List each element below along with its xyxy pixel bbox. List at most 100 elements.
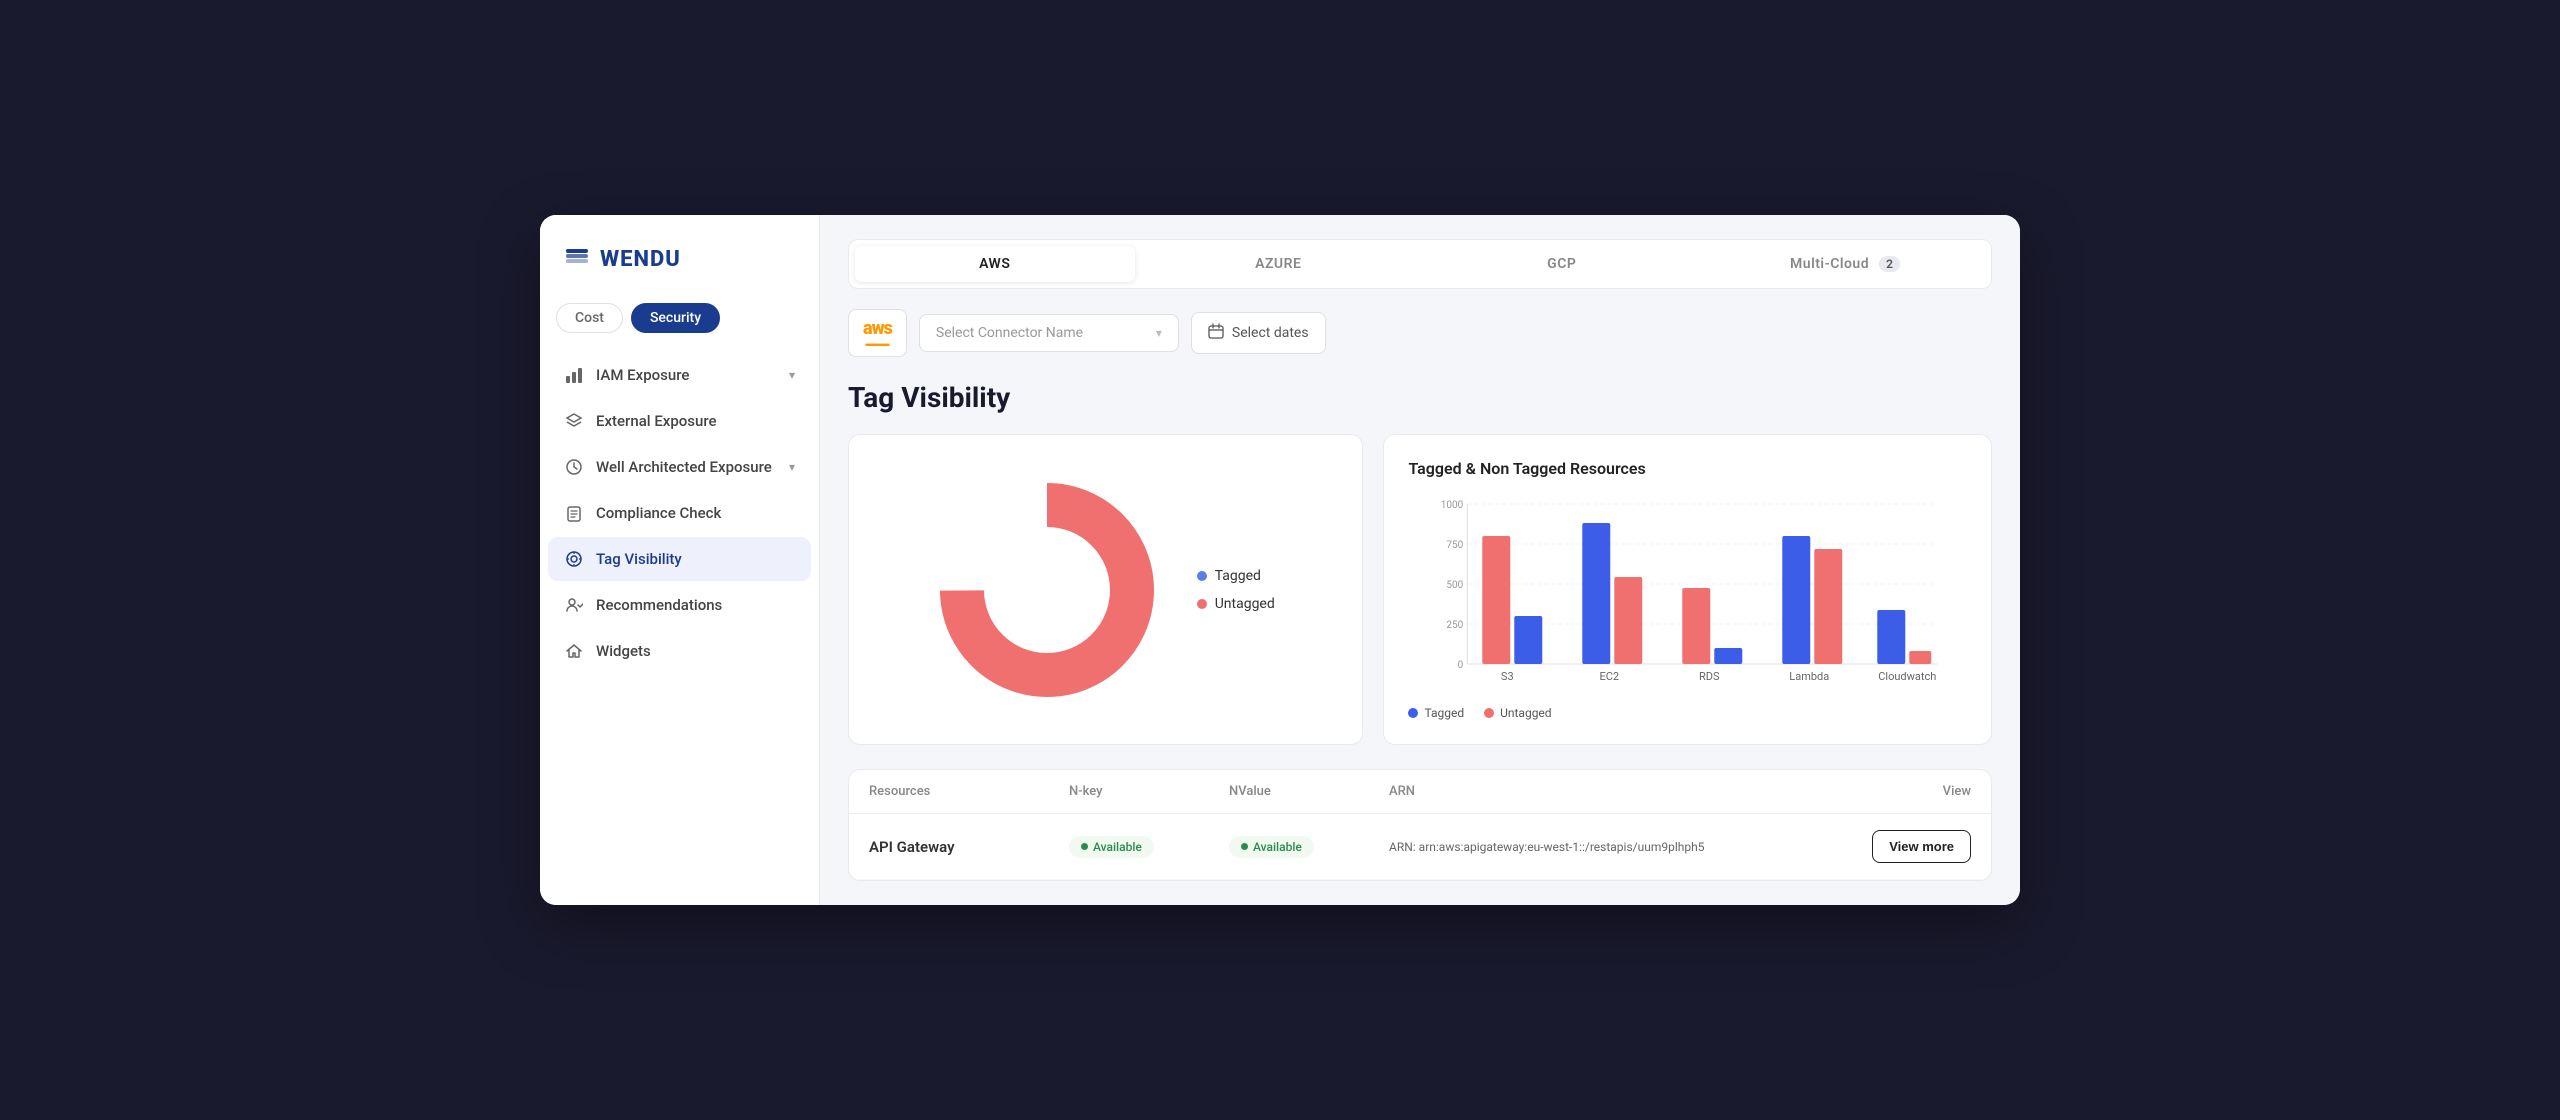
user-check-icon	[564, 595, 584, 615]
sidebar-item-iam-exposure[interactable]: IAM Exposure ▾	[548, 353, 811, 397]
nvalue-cell: Available	[1229, 836, 1389, 858]
resource-name: API Gateway	[869, 838, 1069, 856]
calendar-icon	[1208, 323, 1224, 343]
donut-chart: 20% 80%	[937, 480, 1157, 700]
svg-text:RDS: RDS	[1699, 670, 1720, 683]
chevron-down-icon: ▾	[1156, 326, 1162, 340]
connector-placeholder: Select Connector Name	[936, 325, 1083, 341]
col-arn: ARN	[1389, 784, 1851, 799]
col-nvalue: NValue	[1229, 784, 1389, 799]
svg-text:1000: 1000	[1441, 500, 1464, 511]
date-select[interactable]: Select dates	[1191, 312, 1326, 354]
sidebar-item-external-exposure[interactable]: External Exposure	[548, 399, 811, 443]
bar-chart-card: Tagged & Non Tagged Resources 1000 750	[1383, 434, 1992, 745]
sidebar-item-recommendations[interactable]: Recommendations	[548, 583, 811, 627]
table-header: Resources N-key NValue ARN View	[849, 770, 1991, 814]
view-more-button[interactable]: View more	[1872, 830, 1971, 863]
multicloud-badge: 2	[1879, 256, 1900, 272]
table-card: Resources N-key NValue ARN View API Gate…	[848, 769, 1992, 881]
cloud-tab-gcp[interactable]: GCP	[1422, 246, 1702, 282]
bar-untagged-label: Untagged	[1500, 706, 1551, 720]
bar-chart-legend: Tagged Untagged	[1408, 706, 1967, 720]
clock-icon	[564, 457, 584, 477]
logo-text: WENDU	[600, 247, 681, 272]
layers-icon	[564, 411, 584, 431]
cloud-tab-azure[interactable]: AZURE	[1139, 246, 1419, 282]
logo-area: WENDU	[540, 243, 819, 303]
bar-chart-icon	[564, 365, 584, 385]
nav-tabs-row: Cost Security	[540, 303, 819, 353]
bar-tagged-dot	[1408, 708, 1418, 718]
table-row: API Gateway Available Available ARN: arn…	[849, 814, 1991, 880]
tab-cost[interactable]: Cost	[556, 303, 623, 333]
sidebar-item-label: External Exposure	[596, 412, 717, 430]
sidebar-item-compliance-check[interactable]: Compliance Check	[548, 491, 811, 535]
untagged-label: Untagged	[1215, 596, 1275, 612]
tagged-label: Tagged	[1215, 568, 1261, 584]
untagged-dot	[1197, 599, 1207, 609]
legend-untagged: Untagged	[1197, 596, 1275, 612]
bar-legend-tagged: Tagged	[1408, 706, 1464, 720]
logo-icon	[564, 243, 590, 275]
col-resources: Resources	[869, 784, 1069, 799]
page-title: Tag Visibility	[848, 381, 1992, 414]
main-content: AWS AZURE GCP Multi-Cloud 2 aws ▬▬▬ Sele…	[820, 215, 2020, 905]
donut-legend: Tagged Untagged	[1197, 568, 1275, 612]
donut-chart-card: 20% 80% Tagged Untagged	[848, 434, 1363, 745]
tagged-dot	[1197, 571, 1207, 581]
cloud-tabs-bar: AWS AZURE GCP Multi-Cloud 2	[848, 239, 1992, 289]
tag-icon	[564, 549, 584, 569]
cloud-tab-multicloud[interactable]: Multi-Cloud 2	[1706, 246, 1986, 282]
aws-logo-text: aws	[863, 318, 892, 339]
col-view: View	[1851, 784, 1971, 799]
bar-untagged-dot	[1484, 708, 1494, 718]
sidebar-item-label: Widgets	[596, 642, 651, 660]
home-icon	[564, 641, 584, 661]
nvalue-badge: Available	[1229, 836, 1314, 858]
connector-name-select[interactable]: Select Connector Name ▾	[919, 314, 1179, 352]
connector-bar: aws ▬▬▬ Select Connector Name ▾ Select d…	[848, 309, 1992, 357]
sidebar-item-tag-visibility[interactable]: Tag Visibility	[548, 537, 811, 581]
chevron-down-icon: ▾	[789, 368, 795, 382]
col-nkey: N-key	[1069, 784, 1229, 799]
sidebar-item-label: Compliance Check	[596, 504, 721, 522]
sidebar: WENDU Cost Security IAM Exposure ▾	[540, 215, 820, 905]
cloud-tab-aws[interactable]: AWS	[855, 246, 1135, 282]
nkey-badge: Available	[1069, 836, 1154, 858]
legend-tagged: Tagged	[1197, 568, 1275, 584]
sidebar-item-widgets[interactable]: Widgets	[548, 629, 811, 673]
aws-logo-box: aws ▬▬▬	[848, 309, 907, 357]
view-cell: View more	[1851, 830, 1971, 863]
sidebar-item-well-architected[interactable]: Well Architected Exposure ▾	[548, 445, 811, 489]
sidebar-item-label: Well Architected Exposure	[596, 458, 772, 476]
svg-text:250: 250	[1447, 620, 1464, 631]
nkey-status-dot	[1081, 843, 1088, 850]
svg-text:0: 0	[1458, 660, 1464, 671]
svg-text:Lambda: Lambda	[1790, 670, 1830, 683]
svg-text:20%: 20%	[1066, 550, 1092, 566]
sidebar-item-label: IAM Exposure	[596, 366, 689, 384]
svg-text:Cloudwatch: Cloudwatch	[1879, 670, 1937, 683]
charts-row: 20% 80% Tagged Untagged Ta	[848, 434, 1992, 745]
bar-chart-area: 1000 750 500 250 0 S3	[1408, 494, 1967, 694]
arn-cell: ARN: arn:aws:apigateway:eu-west-1::/rest…	[1389, 840, 1851, 854]
svg-text:500: 500	[1447, 580, 1464, 591]
sidebar-item-label: Tag Visibility	[596, 550, 682, 568]
bar-chart-svg: 1000 750 500 250 0 S3	[1408, 494, 1967, 694]
svg-text:EC2: EC2	[1600, 670, 1620, 683]
bar-tagged-label: Tagged	[1424, 706, 1464, 720]
bar-chart-title: Tagged & Non Tagged Resources	[1408, 459, 1967, 478]
svg-text:80%: 80%	[1028, 624, 1056, 642]
clipboard-icon	[564, 503, 584, 523]
chevron-down-icon: ▾	[789, 460, 795, 474]
tab-security[interactable]: Security	[631, 303, 720, 333]
nkey-cell: Available	[1069, 836, 1229, 858]
svg-text:750: 750	[1447, 540, 1464, 551]
sidebar-item-label: Recommendations	[596, 596, 722, 614]
bar-legend-untagged: Untagged	[1484, 706, 1551, 720]
nvalue-status-dot	[1241, 843, 1248, 850]
aws-underline: ▬▬▬	[863, 339, 892, 348]
date-placeholder: Select dates	[1232, 325, 1309, 341]
nav-items-list: IAM Exposure ▾ External Exposure	[540, 353, 819, 673]
svg-text:S3: S3	[1501, 670, 1514, 683]
